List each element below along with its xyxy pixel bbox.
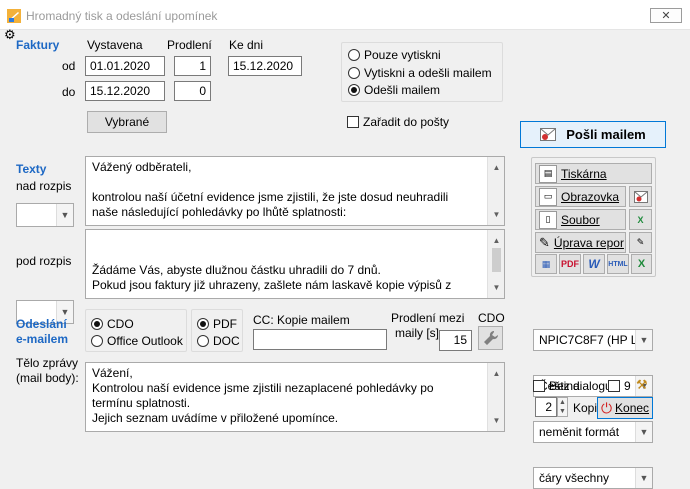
prodleni-mezi-field[interactable]: 15 xyxy=(439,330,472,351)
nad-rozpis-label: nad rozpis xyxy=(16,179,72,193)
pod-rozpis-text[interactable]: Žádáme Vás, abyste dlužnou částku uhradi… xyxy=(85,229,505,299)
label-od: od xyxy=(62,59,76,73)
radio-outlook[interactable]: Office Outlook xyxy=(91,334,183,348)
zaradit-do-posty-checkbox[interactable]: Zařadit do pošty xyxy=(347,115,449,129)
printer-select[interactable]: NPIC7C8F7 (HP Lase ▼ xyxy=(533,329,653,351)
cdo-settings-label: CDO xyxy=(478,311,505,325)
word-icon[interactable]: W xyxy=(583,254,605,274)
scroll-thumb[interactable] xyxy=(492,248,501,272)
obrazovka-button[interactable]: ▭ Obrazovka xyxy=(535,186,626,207)
faktury-heading: Faktury xyxy=(16,38,60,52)
file-icon: ▯ xyxy=(539,210,557,229)
power-icon: ⏻ xyxy=(600,400,613,416)
radio-dot-selected xyxy=(348,84,360,96)
konec-button[interactable]: ⏻ Konec xyxy=(597,397,653,419)
odeslani-heading-2: e-mailem xyxy=(16,332,69,346)
radio-dot xyxy=(348,49,360,61)
prodleni-mezi-label: Prodlení mezi xyxy=(391,311,465,325)
radio-dot-selected xyxy=(197,318,209,330)
vybrane-button[interactable]: Vybrané xyxy=(87,111,167,133)
bez-dialogu-checkbox[interactable]: Bez dialogu xyxy=(533,379,612,393)
checkbox-box xyxy=(533,380,545,392)
posli-mailem-button[interactable]: Pošli mailem xyxy=(520,121,666,148)
mail-body-text[interactable]: Vážení, Kontrolou naší evidence jsme zji… xyxy=(85,362,505,432)
prodleni-do-field[interactable]: 0 xyxy=(174,81,211,101)
lines-select[interactable]: čáry všechny ▼ xyxy=(533,467,653,489)
excel-export-icon[interactable]: X xyxy=(631,254,652,274)
monitor-icon: ▭ xyxy=(539,187,557,206)
soubor-button[interactable]: ▯ Soubor xyxy=(535,209,626,230)
magic-wand-icon: ✎ xyxy=(539,234,550,250)
body-label-1: Tělo zprávy xyxy=(16,356,79,370)
radio-dot xyxy=(348,67,360,79)
html-icon[interactable]: HTML xyxy=(607,254,629,274)
odeslani-heading-1: Odeslání xyxy=(16,317,67,331)
scrollbar[interactable]: ▲ ▼ xyxy=(487,157,504,225)
printer-icon: ▤ xyxy=(539,164,557,183)
uprava-reportu-button[interactable]: ✎ Úprava repor xyxy=(535,232,626,253)
scrollbar[interactable]: ▲ ▼ xyxy=(487,363,504,431)
scroll-up-icon[interactable]: ▲ xyxy=(488,160,504,175)
nad-rozpis-text[interactable]: Vážený odběrateli, kontrolou naší účetní… xyxy=(85,156,505,226)
radio-cdo[interactable]: CDO xyxy=(91,317,134,331)
grid-table-icon[interactable]: ▦ xyxy=(535,254,557,274)
wrench-icon[interactable] xyxy=(478,326,503,350)
radio-dot xyxy=(197,335,209,347)
texty-heading: Texty xyxy=(16,162,47,176)
radio-vytiskni-a-odesli[interactable]: Vytiskni a odešli mailem xyxy=(348,66,492,80)
scroll-up-icon[interactable]: ▲ xyxy=(488,233,504,248)
prodleni-od-field[interactable]: 1 xyxy=(174,56,211,76)
scroll-down-icon[interactable]: ▼ xyxy=(488,413,504,428)
radio-odesli-mailem[interactable]: Odešli mailem xyxy=(348,83,440,97)
chevron-down-icon: ▼ xyxy=(56,204,73,226)
nad-rozpis-select[interactable]: ▼ xyxy=(16,203,74,227)
radio-pouze-vytiskni[interactable]: Pouze vytiskni xyxy=(348,48,441,62)
radio-doc[interactable]: DOC xyxy=(197,334,240,348)
window-title: Hromadný tisk a odeslání upomínek xyxy=(26,9,218,23)
chevron-down-icon: ▼ xyxy=(635,422,652,442)
app-icon xyxy=(7,9,21,23)
scroll-down-icon[interactable]: ▼ xyxy=(488,280,504,295)
tiskarna-button[interactable]: ▤ Tiskárna xyxy=(535,163,652,184)
body-label-2: (mail body): xyxy=(16,371,79,385)
copies-spinner[interactable]: ▲ ▼ xyxy=(557,397,568,417)
radio-pdf[interactable]: PDF xyxy=(197,317,237,331)
chevron-down-icon: ▼ xyxy=(635,468,652,488)
pdf-icon[interactable]: PDF xyxy=(559,254,581,274)
date-do-field[interactable]: 15.12.2020 xyxy=(85,81,165,101)
checkbox-box xyxy=(608,380,620,392)
nine-checkbox[interactable]: 9 xyxy=(608,379,631,393)
close-button[interactable]: ✕ xyxy=(650,8,682,23)
mail-graphic xyxy=(633,190,648,203)
radio-dot xyxy=(91,335,103,347)
pod-rozpis-label: pod rozpis xyxy=(16,254,72,268)
format-select[interactable]: neměnit formát ▼ xyxy=(533,421,653,443)
excel-icon[interactable]: X xyxy=(629,209,652,230)
cc-input[interactable] xyxy=(253,329,387,350)
chevron-down-icon: ▼ xyxy=(635,330,652,350)
maily-s-label: maily [s] xyxy=(395,326,440,340)
label-do: do xyxy=(62,85,76,99)
mail-preview-icon[interactable] xyxy=(629,186,652,207)
col-vystavena: Vystavena xyxy=(87,38,143,52)
col-ke-dni: Ke dni xyxy=(229,38,264,52)
settings-icon[interactable]: ⚒ xyxy=(636,377,652,393)
scrollbar[interactable]: ▲ ▼ xyxy=(487,230,504,298)
design-report-icon[interactable]: ✎ xyxy=(629,232,652,253)
date-od-field[interactable]: 01.01.2020 xyxy=(85,56,165,76)
cc-label: CC: Kopie mailem xyxy=(253,313,350,327)
scroll-down-icon[interactable]: ▼ xyxy=(488,207,504,222)
checkbox-box xyxy=(347,116,359,128)
copies-field[interactable]: 2 xyxy=(535,397,557,417)
wrench-icon-graphic xyxy=(483,330,498,345)
ke-dni-field[interactable]: 15.12.2020 xyxy=(228,56,302,76)
scroll-up-icon[interactable]: ▲ xyxy=(488,366,504,381)
gear-icon[interactable]: ⚙ xyxy=(4,28,16,41)
radio-dot-selected xyxy=(91,318,103,330)
mail-icon xyxy=(540,128,557,141)
col-prodleni: Prodlení xyxy=(167,38,212,52)
